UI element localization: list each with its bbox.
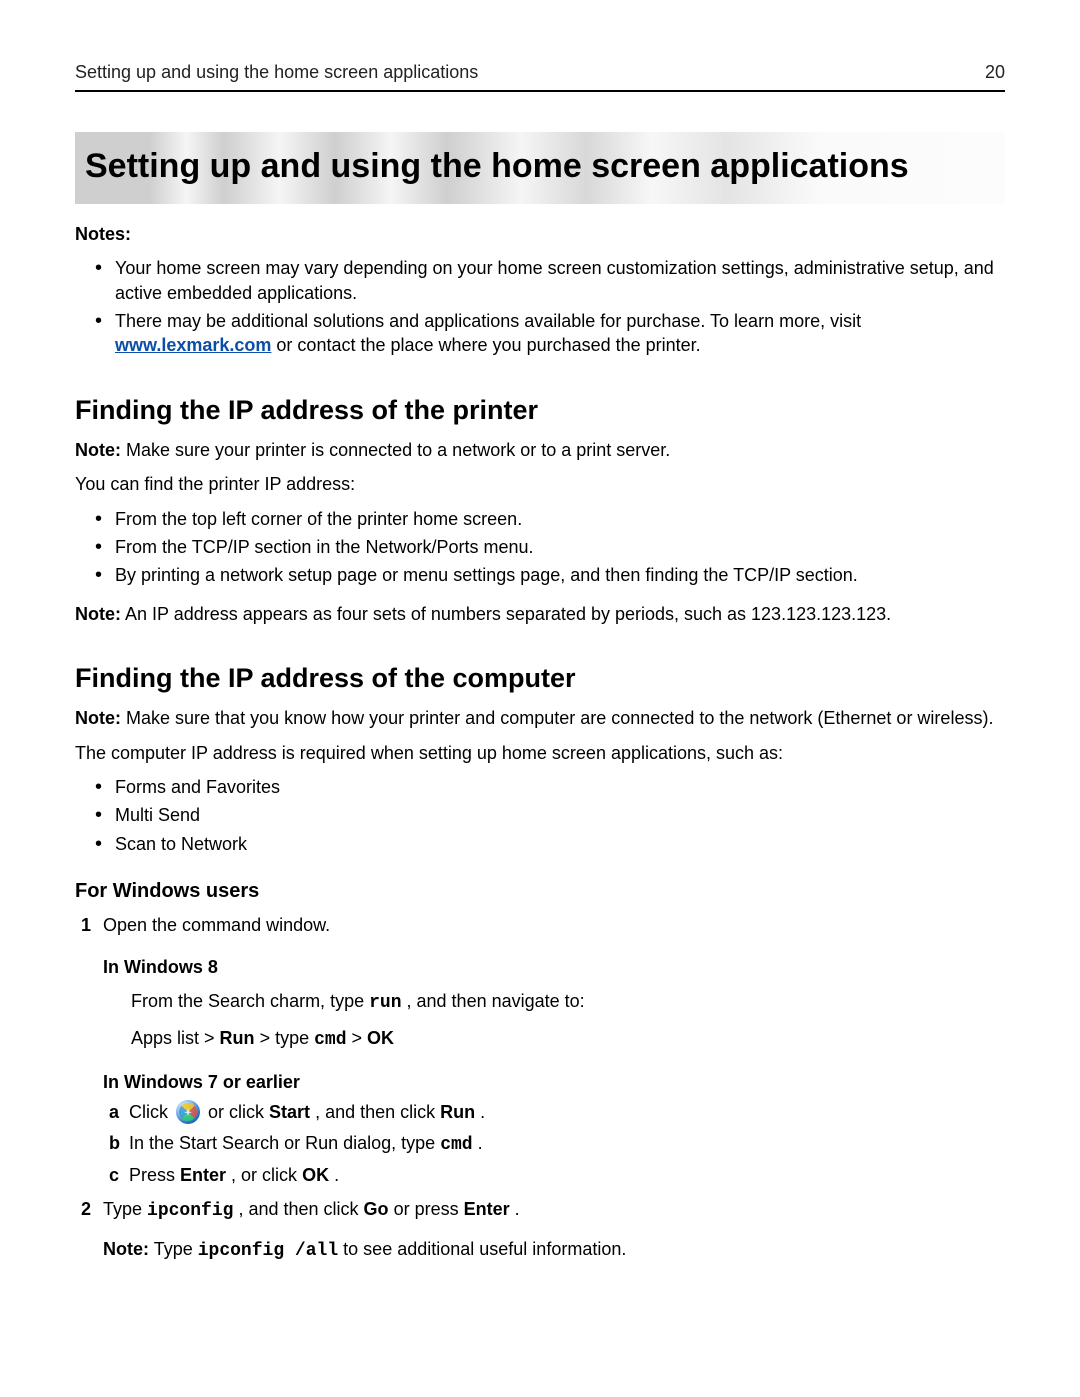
ui-label: Go (364, 1199, 389, 1219)
list-item: Multi Send (115, 803, 1005, 827)
list-item: From the TCP/IP section in the Network/P… (115, 535, 1005, 559)
section-heading-computer-ip: Finding the IP address of the computer (75, 660, 1005, 696)
substep-item: Press Enter , or click OK . (129, 1163, 1005, 1187)
win8-path: Apps list > Run > type cmd > OK (131, 1026, 1005, 1052)
body-text: Make sure that you know how your printer… (126, 708, 993, 728)
note-paragraph: Note: Make sure your printer is connecte… (75, 438, 1005, 462)
page-title: Setting up and using the home screen app… (75, 132, 1005, 204)
step-text: Open the command window. (103, 915, 330, 935)
body-text: In the Start Search or Run dialog, type (129, 1133, 440, 1153)
body-text: . (480, 1102, 485, 1122)
note-paragraph: Note: An IP address appears as four sets… (75, 602, 1005, 626)
body-text: . (515, 1199, 520, 1219)
keyboard-input: ipconfig (147, 1201, 233, 1221)
ui-label: Enter (464, 1199, 510, 1219)
note-item: There may be additional solutions and ap… (115, 309, 1005, 358)
document-page: Setting up and using the home screen app… (0, 0, 1080, 1397)
header-rule (75, 90, 1005, 92)
external-link[interactable]: www.lexmark.com (115, 335, 271, 355)
body-text: Press (129, 1165, 180, 1185)
keyboard-input: cmd (440, 1135, 472, 1155)
list-item: By printing a network setup page or menu… (115, 563, 1005, 587)
list-item: Forms and Favorites (115, 775, 1005, 799)
keyboard-input: run (369, 993, 401, 1013)
win8-line: From the Search charm, type run , and th… (131, 989, 1005, 1015)
step-item: Type ipconfig , and then click Go or pre… (103, 1197, 1005, 1264)
keyboard-input: ipconfig /all (198, 1241, 338, 1261)
body-text: or press (394, 1199, 464, 1219)
body-text: From the Search charm, type (131, 991, 369, 1011)
substep-item: Click or click Start , and then click Ru… (129, 1100, 1005, 1124)
ui-label: Start (269, 1102, 310, 1122)
note-item: Your home screen may vary depending on y… (115, 256, 1005, 305)
body-text: > (352, 1028, 368, 1048)
ui-label: Run (440, 1102, 475, 1122)
keyboard-input: cmd (314, 1030, 346, 1050)
running-header: Setting up and using the home screen app… (75, 60, 1005, 84)
body-text: or contact the place where you purchased… (276, 335, 700, 355)
body-text: Type (154, 1239, 198, 1259)
body-text: , and then click (315, 1102, 440, 1122)
note-paragraph: Note: Type ipconfig /all to see addition… (103, 1237, 1005, 1263)
note-label: Note: (75, 604, 121, 624)
windows-start-orb-icon (176, 1100, 200, 1124)
body-text: Click (129, 1102, 173, 1122)
body-text: Make sure your printer is connected to a… (126, 440, 670, 460)
body-text: or click (208, 1102, 269, 1122)
ui-label: Run (220, 1028, 255, 1048)
running-title: Setting up and using the home screen app… (75, 60, 478, 84)
windows-users-heading: For Windows users (75, 878, 1005, 905)
body-text: > type (260, 1028, 315, 1048)
section-heading-printer-ip: Finding the IP address of the printer (75, 392, 1005, 428)
ui-label: Enter (180, 1165, 226, 1185)
list-item: From the top left corner of the printer … (115, 507, 1005, 531)
ui-label: OK (367, 1028, 394, 1048)
apps-list: Forms and Favorites Multi Send Scan to N… (75, 775, 1005, 856)
body-text: , and then click (238, 1199, 363, 1219)
body-text: , and then navigate to: (407, 991, 585, 1011)
windows8-heading: In Windows 8 (103, 955, 1005, 979)
windows7-heading: In Windows 7 or earlier (103, 1070, 1005, 1094)
step-item: Open the command window. In Windows 8 Fr… (103, 913, 1005, 1187)
notes-list: Your home screen may vary depending on y… (75, 256, 1005, 357)
windows-steps: Open the command window. In Windows 8 Fr… (75, 913, 1005, 1264)
win7-substeps: Click or click Start , and then click Ru… (103, 1100, 1005, 1187)
note-label: Note: (75, 440, 121, 460)
page-number: 20 (985, 60, 1005, 84)
intro-text: The computer IP address is required when… (75, 741, 1005, 765)
body-text: There may be additional solutions and ap… (115, 311, 861, 331)
intro-text: You can find the printer IP address: (75, 472, 1005, 496)
notes-label: Notes: (75, 222, 1005, 246)
note-label: Note: (103, 1239, 149, 1259)
ui-label: OK (302, 1165, 329, 1185)
body-text: to see additional useful information. (343, 1239, 626, 1259)
list-item: Scan to Network (115, 832, 1005, 856)
body-text: Apps list > (131, 1028, 220, 1048)
substep-item: In the Start Search or Run dialog, type … (129, 1131, 1005, 1157)
note-paragraph: Note: Make sure that you know how your p… (75, 706, 1005, 730)
body-text: . (334, 1165, 339, 1185)
body-text: . (478, 1133, 483, 1153)
printer-ip-places: From the top left corner of the printer … (75, 507, 1005, 588)
note-label: Note: (75, 708, 121, 728)
body-text: An IP address appears as four sets of nu… (125, 604, 891, 624)
body-text: Type (103, 1199, 147, 1219)
body-text: Your home screen may vary depending on y… (115, 258, 994, 302)
body-text: , or click (231, 1165, 302, 1185)
